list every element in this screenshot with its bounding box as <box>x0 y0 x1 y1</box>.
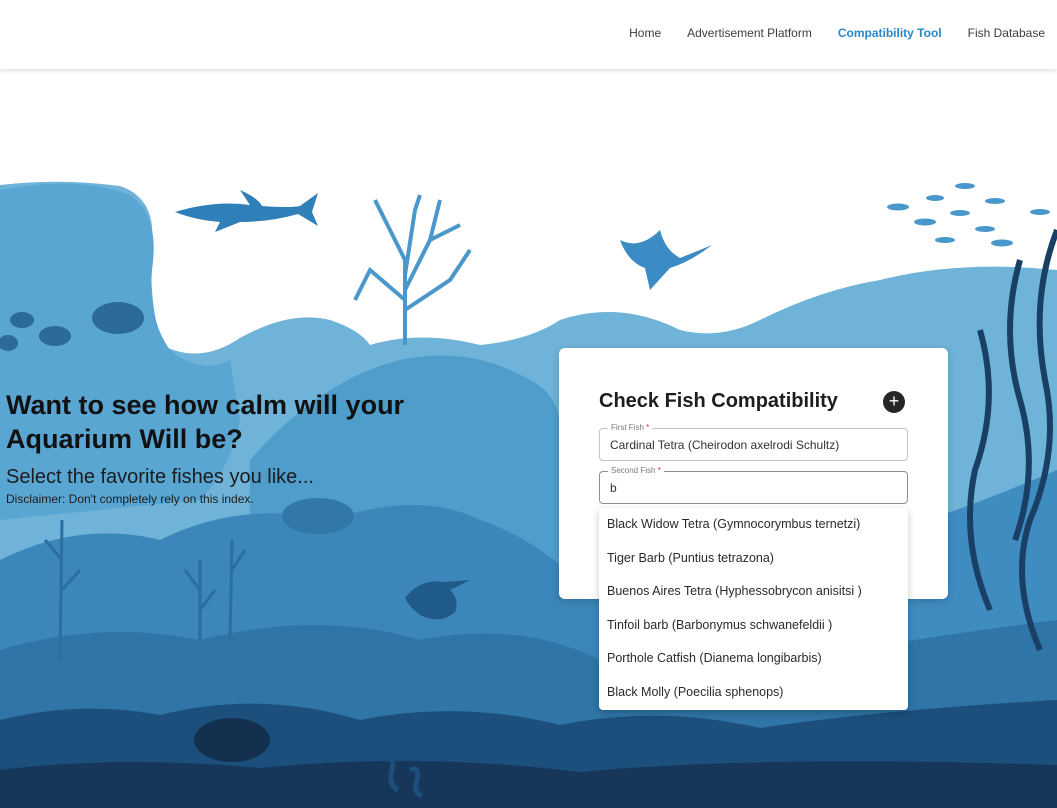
top-navbar: Home Advertisement Platform Compatibilit… <box>0 0 1057 69</box>
autocomplete-option[interactable]: Tiger Barb (Puntius tetrazona) <box>599 545 908 579</box>
nav-compatibility-tool-link[interactable]: Compatibility Tool <box>838 26 942 40</box>
autocomplete-option[interactable]: Black Molly (Poecilia sphenops) <box>599 679 908 713</box>
plus-icon: + <box>888 391 900 411</box>
autocomplete-option[interactable]: Buenos Aires Tetra (Hyphessobrycon anisi… <box>599 578 908 612</box>
autocomplete-option[interactable]: Porthole Catfish (Dianema longibarbis) <box>599 645 908 679</box>
autocomplete-option[interactable]: Tinfoil barb (Barbonymus schwanefeldii ) <box>599 612 908 646</box>
hero-title: Want to see how calm will your Aquarium … <box>6 390 405 454</box>
second-fish-input[interactable] <box>600 472 907 503</box>
shark-silhouette <box>175 190 318 232</box>
second-fish-field[interactable]: Second Fish * <box>599 466 908 504</box>
second-fish-autocomplete-list: Black Widow Tetra (Gymnocorymbus ternetz… <box>599 508 908 710</box>
first-fish-input[interactable] <box>600 429 907 460</box>
autocomplete-option[interactable]: Black Widow Tetra (Gymnocorymbus ternetz… <box>599 511 908 545</box>
hero-text-block: Want to see how calm will your Aquarium … <box>6 388 446 506</box>
foreground-dark-shape <box>0 760 1057 808</box>
manta-ray-silhouette <box>620 230 712 290</box>
card-title: Check Fish Compatibility <box>599 390 838 412</box>
fish-school <box>887 183 1050 247</box>
hero-subtitle: Select the favorite fishes you like... <box>6 466 314 488</box>
nav-links: Home Advertisement Platform Compatibilit… <box>629 26 1045 40</box>
nav-advertisement-platform-link[interactable]: Advertisement Platform <box>687 26 812 40</box>
add-fish-button[interactable]: + <box>883 391 905 413</box>
nav-fish-database-link[interactable]: Fish Database <box>968 26 1045 40</box>
hero-disclaimer: Disclaimer: Don't completely rely on thi… <box>6 492 254 506</box>
coral-tree <box>353 194 472 345</box>
nav-home-link[interactable]: Home <box>629 26 661 40</box>
dark-fish-silhouette <box>194 718 270 762</box>
first-fish-field[interactable]: First Fish * <box>599 423 908 461</box>
